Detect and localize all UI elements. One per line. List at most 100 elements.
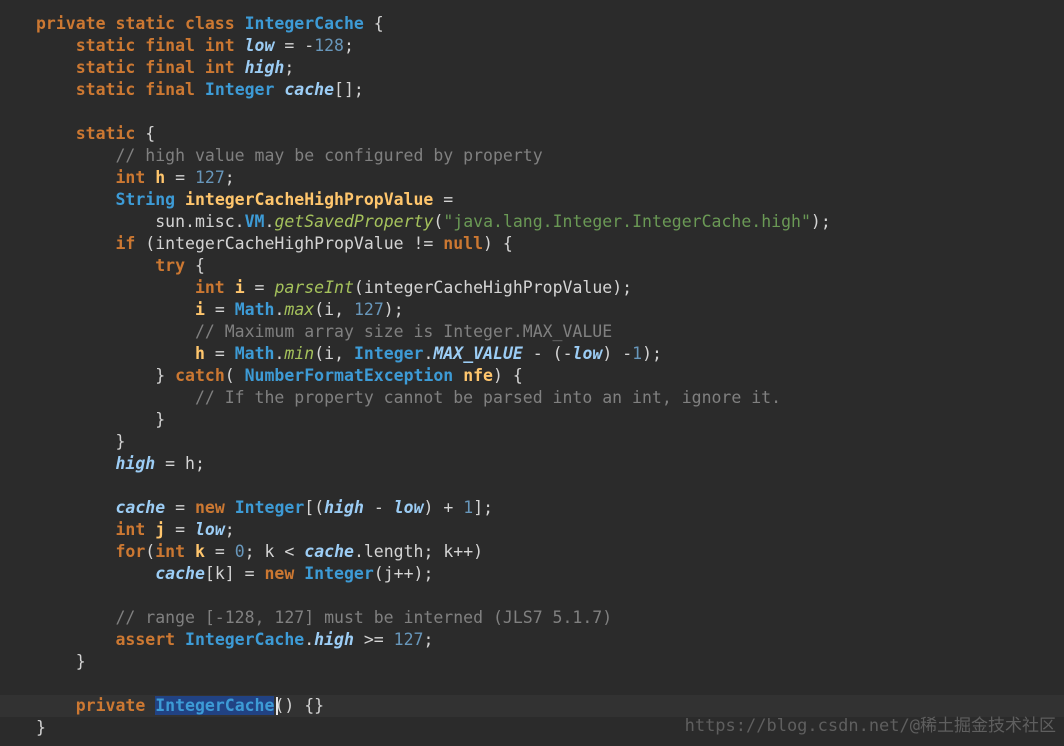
code-line: // If the property cannot be parsed into… [36, 387, 781, 409]
code-token: . [423, 344, 434, 363]
watermark: https://blog.csdn.net/@稀土掘金技术社区 [684, 716, 1056, 736]
code-token: ); [642, 344, 662, 363]
code-token: = [433, 190, 454, 209]
code-token: cache [115, 498, 166, 517]
code-token: = h; [155, 454, 205, 473]
code-token: { [363, 14, 384, 33]
code-token: (integerCacheHighPropValue != [135, 234, 444, 253]
code-token: ; [224, 520, 235, 539]
code-token: i [36, 300, 205, 319]
code-token: []; [334, 80, 364, 99]
code-token: int [36, 168, 156, 187]
code-token: (i, [314, 300, 354, 319]
code-line: String integerCacheHighPropValue = [36, 189, 453, 211]
code-token: = [165, 520, 195, 539]
code-token: ) + [423, 498, 464, 517]
code-token: = [244, 278, 275, 297]
code-token: () {} [274, 696, 325, 715]
code-token: new [194, 498, 235, 517]
code-token: for [36, 542, 146, 561]
code-token: IntegerCache [185, 630, 305, 649]
code-line: static final int low = -128; [36, 35, 354, 57]
code-token: k [194, 542, 205, 561]
code-token: . [264, 212, 275, 231]
code-token: integerCacheHighPropValue [185, 190, 434, 209]
code-token: sun.misc. [36, 212, 245, 231]
code-token: nfe [463, 366, 493, 385]
code-token: high [324, 498, 364, 517]
code-token: 0 [234, 542, 245, 561]
code-token: ; [224, 168, 235, 187]
code-token: [( [304, 498, 325, 517]
code-token: // If the property cannot be parsed into… [36, 388, 782, 407]
code-token: int [36, 520, 156, 539]
code-token: String [36, 190, 176, 209]
code-token: high [314, 630, 354, 649]
code-token: j [155, 520, 166, 539]
code-token: ( [433, 212, 444, 231]
code-token: VM [244, 212, 265, 231]
code-token: null [443, 234, 484, 253]
code-line: // high value may be configured by prope… [36, 145, 542, 167]
code-token: assert [36, 630, 186, 649]
code-line: try { [36, 255, 205, 277]
code-line: high = h; [36, 453, 205, 475]
code-token: private [36, 696, 156, 715]
code-token: if [36, 234, 136, 253]
code-token: .length; k++) [353, 542, 484, 561]
code-token: Integer [234, 498, 305, 517]
code-token: = [165, 168, 195, 187]
code-line: private IntegerCache() {} [36, 695, 324, 717]
code-token: i [234, 278, 245, 297]
code-line: // range [-128, 127] must be interned (J… [36, 607, 612, 629]
code-line: if (integerCacheHighPropValue != null) { [36, 233, 513, 255]
code-token: ); [383, 300, 404, 319]
code-token: ; [284, 58, 295, 77]
code-line: i = Math.max(i, 127); [36, 299, 404, 321]
code-token: // range [-128, 127] must be interned (J… [36, 608, 613, 627]
code-token: cache [304, 542, 354, 561]
code-line: } catch( NumberFormatException nfe) { [36, 365, 523, 387]
code-token: - [363, 498, 394, 517]
code-token: } [36, 652, 86, 671]
code-line: } [36, 431, 125, 453]
code-token: = - [274, 36, 315, 55]
code-token: low [572, 344, 603, 363]
code-token: (integerCacheHighPropValue); [353, 278, 633, 297]
code-token: ) { [493, 366, 523, 385]
code-token: cache [284, 80, 335, 99]
code-token: = [165, 498, 195, 517]
code-token: { [185, 256, 205, 275]
code-token: . [274, 300, 285, 319]
code-token: ; k < [244, 542, 305, 561]
code-token: (j++); [373, 564, 434, 583]
code-line: int h = 127; [36, 167, 235, 189]
code-line: static final Integer cache[]; [36, 79, 364, 101]
code-line: static final int high; [36, 57, 295, 79]
code-token: cache [155, 564, 205, 583]
code-token: ) - [602, 344, 633, 363]
code-line: for(int k = 0; k < cache.length; k++) [36, 541, 483, 563]
code-token: new [264, 564, 305, 583]
code-token: 1 [463, 498, 474, 517]
code-token: >= [353, 630, 394, 649]
code-token: NumberFormatException [244, 366, 454, 385]
code-editor[interactable]: private static class IntegerCache { stat… [0, 0, 1064, 746]
code-token: Integer [204, 80, 275, 99]
code-line: } [36, 651, 86, 673]
code-token: = [204, 300, 235, 319]
code-token: 127 [194, 168, 225, 187]
code-token: } [36, 366, 176, 385]
code-token: ) { [483, 234, 513, 253]
code-token: = [204, 542, 235, 561]
code-token: static [36, 124, 136, 143]
code-token: IntegerCache [244, 14, 364, 33]
code-line: h = Math.min(i, Integer.MAX_VALUE - (-lo… [36, 343, 662, 365]
code-token: Math [234, 300, 275, 319]
code-token: { [135, 124, 156, 143]
code-token: MAX_VALUE [433, 344, 523, 363]
